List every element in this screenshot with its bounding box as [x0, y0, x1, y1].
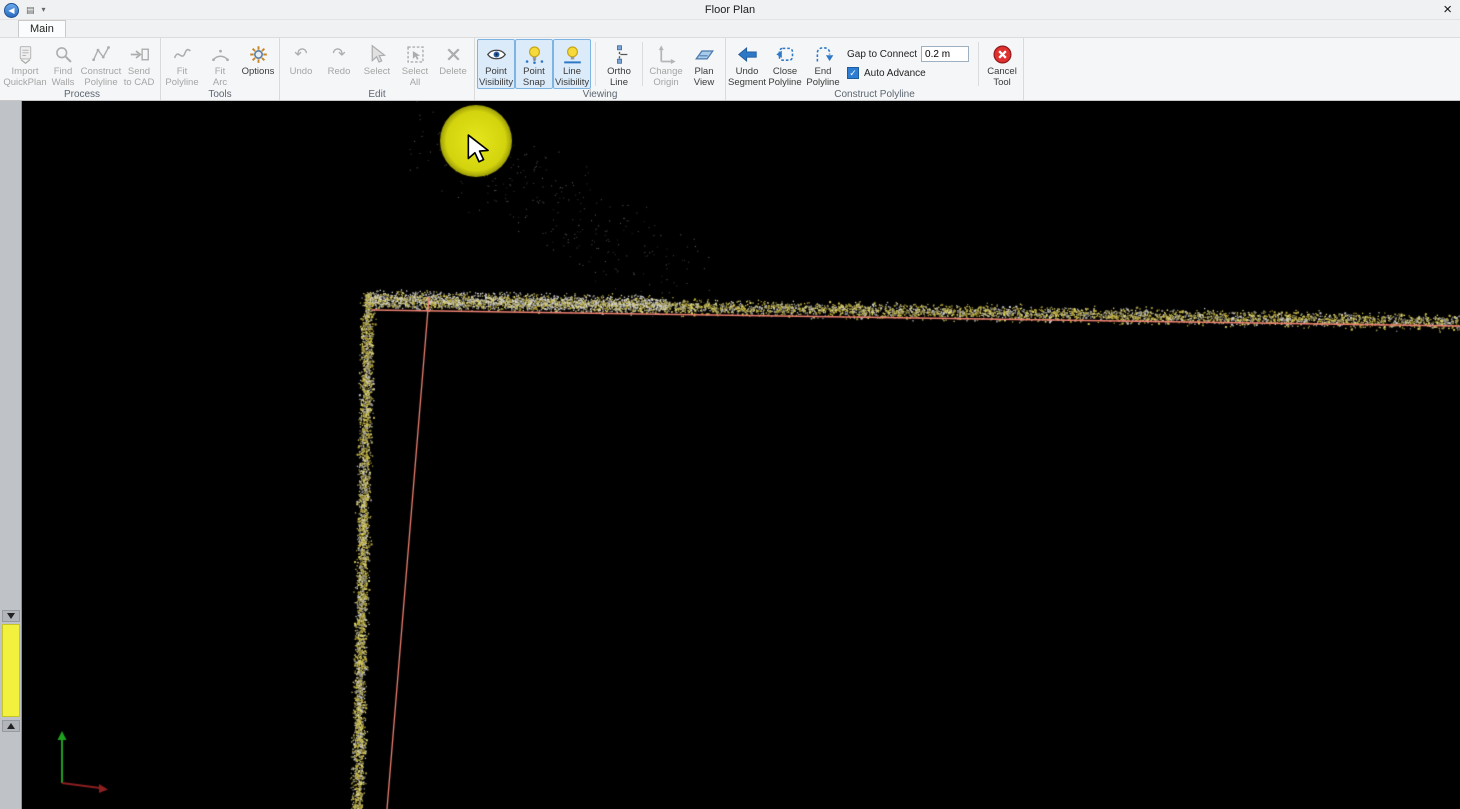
import-quickplan-icon — [15, 42, 36, 67]
point-snap-icon — [524, 42, 545, 67]
send-to-cad-icon — [129, 42, 150, 67]
undo-icon: ↶ — [294, 42, 307, 67]
ribbon: ImportQuickPlanFindWallsConstructPolylin… — [0, 37, 1460, 101]
ribbon-group-label: Viewing — [477, 89, 723, 102]
close-polyline-icon — [775, 42, 796, 67]
send-to-cad-button: Sendto CAD — [120, 39, 158, 89]
fit-arc-icon — [210, 42, 231, 67]
gap-to-connect-input[interactable] — [921, 46, 969, 62]
quick-access-toolbar: ◀ ▤ ▾ — [4, 0, 46, 20]
fit-arc-button: FitArc — [201, 39, 239, 89]
construct-polyline-button: ConstructPolyline — [82, 39, 120, 89]
select-icon — [367, 42, 388, 67]
fit-polyline-icon — [172, 42, 193, 67]
strip-highlight-region[interactable] — [2, 624, 20, 717]
strip-scroll-up-button[interactable] — [2, 720, 20, 732]
window-title: Floor Plan — [0, 0, 1460, 20]
undo-segment-icon — [737, 42, 758, 67]
select-all-button: SelectAll — [396, 39, 434, 89]
back-icon: ◀ — [8, 6, 14, 15]
select-all-icon — [405, 42, 426, 67]
ribbon-group-label: Edit — [282, 89, 472, 102]
end-polyline-button[interactable]: EndPolyline — [804, 39, 842, 89]
end-polyline-icon — [813, 42, 834, 67]
floorplan-point-cloud-canvas[interactable] — [22, 101, 1460, 809]
fit-polyline-button: FitPolyline — [163, 39, 201, 89]
change-origin-button: ChangeOrigin — [647, 39, 685, 89]
tab-main[interactable]: Main — [18, 20, 66, 37]
change-origin-icon — [656, 42, 677, 67]
cancel-tool-icon — [992, 42, 1013, 67]
construct-polyline-icon — [91, 42, 112, 67]
options-button[interactable]: Options — [239, 39, 277, 89]
delete-button: Delete — [434, 39, 472, 89]
options-icon — [248, 42, 269, 67]
ribbon-group-edit: ↶Undo↷RedoSelectSelectAllDeleteEdit — [280, 38, 475, 100]
ribbon-group-tools: FitPolylineFitArcOptionsTools — [161, 38, 280, 100]
workspace — [0, 101, 1460, 809]
line-visibility-icon — [562, 42, 583, 67]
ribbon-group-process: ImportQuickPlanFindWallsConstructPolylin… — [4, 38, 161, 100]
undo-segment-button[interactable]: UndoSegment — [728, 39, 766, 89]
cancel-tool-button[interactable]: CancelTool — [983, 39, 1021, 89]
plan-view-icon — [694, 42, 715, 67]
close-polyline-button[interactable]: ClosePolyline — [766, 39, 804, 89]
ortho-line-icon — [609, 42, 630, 67]
back-button[interactable]: ◀ — [4, 3, 19, 18]
group-separator — [642, 42, 643, 86]
gap-to-connect-label: Gap to Connect — [847, 49, 917, 60]
triangle-up-icon — [7, 723, 15, 729]
delete-icon — [443, 42, 464, 67]
ribbon-group-viewing: PointVisibilityPointSnapLineVisibilityOr… — [475, 38, 726, 100]
point-visibility-icon — [486, 42, 507, 67]
construct-polyline-fields: Gap to Connect ✓ Auto Advance — [842, 39, 974, 89]
floor-plan-window: ◀ ▤ ▾ Floor Plan × Main ImportQuickPlanF… — [0, 0, 1460, 809]
plan-view-button[interactable]: PlanView — [685, 39, 723, 89]
ribbon-tabs: Main — [0, 20, 1460, 37]
left-panel-strip — [0, 101, 22, 809]
strip-scroll-down-button[interactable] — [2, 610, 20, 622]
auto-advance-checkbox[interactable]: ✓ — [847, 67, 859, 79]
find-walls-button: FindWalls — [44, 39, 82, 89]
quick-access-dropdown-icon[interactable]: ▾ — [42, 0, 46, 20]
ribbon-group-label: Tools — [163, 89, 277, 102]
titlebar: ◀ ▤ ▾ Floor Plan × — [0, 0, 1460, 20]
ribbon-group-label: Construct Polyline — [728, 89, 1021, 102]
ribbon-group-label: Process — [6, 89, 158, 102]
mouse-cursor-icon — [466, 134, 492, 166]
group-separator — [595, 42, 596, 86]
document-icon[interactable]: ▤ — [26, 0, 35, 20]
find-walls-icon — [53, 42, 74, 67]
point-visibility-button[interactable]: PointVisibility — [477, 39, 515, 89]
auto-advance-label: Auto Advance — [864, 68, 926, 79]
select-button: Select — [358, 39, 396, 89]
redo-button: ↷Redo — [320, 39, 358, 89]
triangle-down-icon — [7, 613, 15, 619]
redo-icon: ↷ — [332, 42, 345, 67]
ribbon-group-construct-polyline: UndoSegmentClosePolylineEndPolylineGap t… — [726, 38, 1024, 100]
import-quickplan-button: ImportQuickPlan — [6, 39, 44, 89]
ortho-line-button[interactable]: OrthoLine — [600, 39, 638, 89]
group-separator — [978, 42, 979, 86]
point-snap-button[interactable]: PointSnap — [515, 39, 553, 89]
line-visibility-button[interactable]: LineVisibility — [553, 39, 591, 89]
close-button[interactable]: × — [1443, 0, 1452, 20]
undo-button: ↶Undo — [282, 39, 320, 89]
